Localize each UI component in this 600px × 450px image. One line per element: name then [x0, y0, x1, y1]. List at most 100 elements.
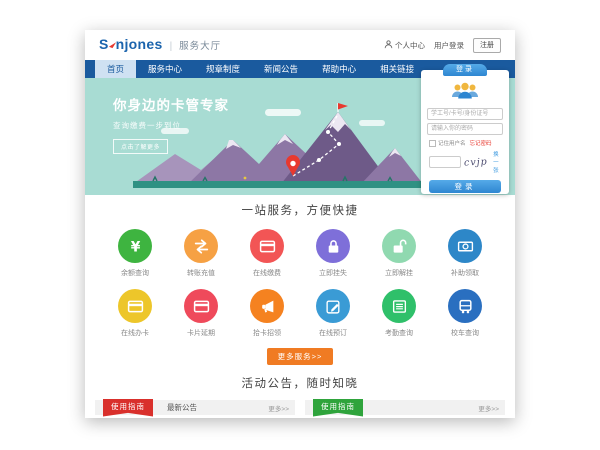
- svg-text:¥: ¥: [130, 239, 140, 255]
- service-item-cancel-loss[interactable]: 立即解挂: [373, 229, 425, 278]
- service-label: 立即解挂: [373, 268, 425, 278]
- captcha-input[interactable]: [429, 156, 461, 168]
- more-services-button[interactable]: 更多服务>>: [267, 348, 334, 365]
- page-container: S njones | 服务大厅 个人中心 用户登录 注册 首页 服务中心 规章制…: [85, 30, 515, 418]
- logo-divider: |: [170, 41, 173, 52]
- user-login-link[interactable]: 用户登录: [434, 40, 464, 51]
- service-item-online-pay[interactable]: 在线缴费: [241, 229, 293, 278]
- yen-icon: ¥: [127, 238, 144, 255]
- service-item-report-loss[interactable]: 立即挂失: [307, 229, 359, 278]
- services-title: 一站服务，方便快捷: [85, 202, 515, 218]
- service-item-school-bus[interactable]: 校车查询: [439, 289, 491, 338]
- more-link[interactable]: 更多>>: [268, 403, 295, 413]
- hero-copy: 你身边的卡管专家 查询缴费一步到位 点击了解更多: [113, 94, 229, 154]
- more-link[interactable]: 更多>>: [478, 403, 505, 413]
- transfer-arrows-icon: [193, 238, 210, 255]
- password-input[interactable]: [427, 123, 503, 135]
- announcement-panel-left: 使用指南 最新公告 更多>>: [95, 400, 295, 415]
- logo-text-right: njones: [116, 36, 163, 52]
- service-item-balance[interactable]: ¥ 余额查询: [109, 229, 161, 278]
- hero-cta-button[interactable]: 点击了解更多: [113, 139, 168, 154]
- announcements-title: 活动公告，随时知晓: [85, 375, 515, 391]
- panel-bar: 使用指南 最新公告 更多>>: [95, 400, 295, 415]
- user-center-link[interactable]: 个人中心: [384, 40, 425, 51]
- hero-subtitle: 查询缴费一步到位: [113, 120, 229, 131]
- forgot-password-link[interactable]: 忘记密码: [470, 139, 492, 147]
- service-item-lost-found[interactable]: 拾卡招领: [241, 289, 293, 338]
- service-circle[interactable]: [184, 289, 218, 323]
- site-logo[interactable]: S njones | 服务大厅: [99, 36, 221, 54]
- nav-item-rules[interactable]: 规章制度: [194, 60, 252, 78]
- hero-title: 你身边的卡管专家: [113, 94, 229, 114]
- service-circle[interactable]: [382, 289, 416, 323]
- tab-latest-news[interactable]: 最新公告: [167, 402, 197, 413]
- tab-user-guide[interactable]: 使用指南: [103, 399, 153, 417]
- service-item-subsidy[interactable]: 补助领取: [439, 229, 491, 278]
- header-right: 个人中心 用户登录 注册: [384, 38, 501, 53]
- login-tab[interactable]: 登录: [443, 64, 487, 76]
- service-item-apply-card[interactable]: 在线办卡: [109, 289, 161, 338]
- announcements-section: 活动公告，随时知晓 使用指南 最新公告 更多>> 使用指南 更多>>: [85, 375, 515, 415]
- logo-tagline: 服务大厅: [179, 38, 221, 52]
- service-label: 立即挂失: [307, 268, 359, 278]
- service-circle[interactable]: [448, 229, 482, 263]
- nav-item-home[interactable]: 首页: [95, 60, 136, 78]
- service-circle[interactable]: [382, 229, 416, 263]
- service-circle[interactable]: ¥: [118, 229, 152, 263]
- tab-user-guide[interactable]: 使用指南: [313, 399, 363, 417]
- register-button[interactable]: 注册: [473, 38, 501, 53]
- person-icon: [384, 40, 393, 51]
- service-label: 余额查询: [109, 268, 161, 278]
- user-login-label: 用户登录: [434, 40, 464, 51]
- services-row-2: 在线办卡 卡片延期 拾卡招领 在线预订 考勤查询 校车查询: [85, 289, 515, 338]
- nav-item-service-center[interactable]: 服务中心: [136, 60, 194, 78]
- captcha-image[interactable]: cvjp: [464, 156, 488, 168]
- user-center-label: 个人中心: [395, 40, 425, 51]
- service-circle[interactable]: [316, 289, 350, 323]
- captcha-row: cvjp 换一张: [429, 150, 501, 174]
- nav-item-help[interactable]: 帮助中心: [310, 60, 368, 78]
- remember-row: 记住用户名 忘记密码: [429, 139, 501, 147]
- site-header: S njones | 服务大厅 个人中心 用户登录 注册: [85, 30, 515, 60]
- service-circle[interactable]: [118, 289, 152, 323]
- nav-item-links[interactable]: 相关链接: [368, 60, 426, 78]
- service-item-online-booking[interactable]: 在线预订: [307, 289, 359, 338]
- service-label: 校车查询: [439, 328, 491, 338]
- service-circle[interactable]: [448, 289, 482, 323]
- service-circle[interactable]: [316, 229, 350, 263]
- bank-card-icon: [193, 298, 210, 315]
- service-label: 拾卡招领: [241, 328, 293, 338]
- bus-icon: [457, 298, 474, 315]
- login-panel: 登录 记住用户名 忘记密码 cvjp 换一张 登录: [421, 70, 509, 194]
- bank-card-icon: [127, 298, 144, 315]
- panel-bar: 使用指南 更多>>: [305, 400, 505, 415]
- service-circle[interactable]: [250, 229, 284, 263]
- service-label: 转账充值: [175, 268, 227, 278]
- banknote-icon: [457, 238, 474, 255]
- list-icon: [391, 298, 408, 315]
- captcha-refresh-link[interactable]: 换一张: [491, 150, 501, 174]
- nav-item-news[interactable]: 新闻公告: [252, 60, 310, 78]
- unlock-icon: [391, 238, 408, 255]
- username-input[interactable]: [427, 108, 503, 120]
- remember-checkbox[interactable]: [429, 140, 436, 147]
- service-label: 在线缴费: [241, 268, 293, 278]
- bank-card-icon: [259, 238, 276, 255]
- services-row-1: ¥ 余额查询 转账充值 在线缴费 立即挂失 立即解挂 补助领取: [85, 229, 515, 278]
- megaphone-icon: [259, 298, 276, 315]
- lock-icon: [325, 238, 342, 255]
- service-item-card-renewal[interactable]: 卡片延期: [175, 289, 227, 338]
- service-circle[interactable]: [184, 229, 218, 263]
- service-label: 考勤查询: [373, 328, 425, 338]
- announcement-panels: 使用指南 最新公告 更多>> 使用指南 更多>>: [85, 400, 515, 415]
- service-label: 补助领取: [439, 268, 491, 278]
- service-circle[interactable]: [250, 289, 284, 323]
- announcement-panel-right: 使用指南 更多>>: [305, 400, 505, 415]
- service-label: 卡片延期: [175, 328, 227, 338]
- remember-label: 记住用户名: [438, 139, 466, 147]
- service-item-attendance[interactable]: 考勤查询: [373, 289, 425, 338]
- services-section: 一站服务，方便快捷 ¥ 余额查询 转账充值 在线缴费 立即挂失 立即解挂: [85, 195, 515, 365]
- service-item-transfer[interactable]: 转账充值: [175, 229, 227, 278]
- service-label: 在线预订: [307, 328, 359, 338]
- login-submit-button[interactable]: 登录: [429, 180, 501, 193]
